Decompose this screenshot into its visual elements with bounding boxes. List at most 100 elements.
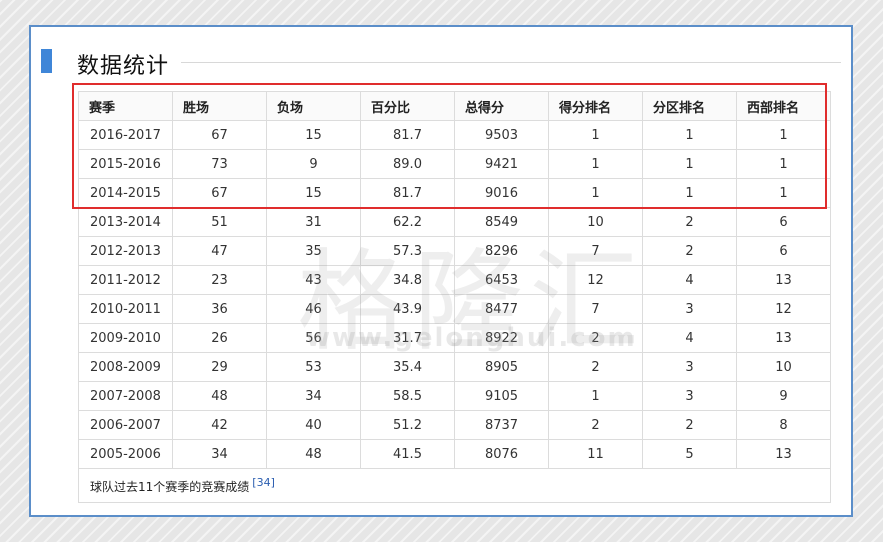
table-cell: 2 bbox=[642, 207, 737, 237]
season-stats-table: 赛季 胜场 负场 百分比 总得分 得分排名 分区排名 西部排名 2016-201… bbox=[78, 91, 831, 503]
table-cell: 26 bbox=[172, 323, 267, 353]
table-cell: 47 bbox=[172, 236, 267, 266]
table-cell: 1 bbox=[642, 149, 737, 179]
table-cell: 2016-2017 bbox=[78, 120, 173, 150]
table-cell: 51.2 bbox=[360, 410, 455, 440]
table-cell: 2 bbox=[548, 323, 643, 353]
table-cell: 81.7 bbox=[360, 178, 455, 208]
table-cell: 6 bbox=[736, 236, 831, 266]
table-cell: 8549 bbox=[454, 207, 549, 237]
header-losses: 负场 bbox=[266, 91, 361, 121]
table-header-row: 赛季 胜场 负场 百分比 总得分 得分排名 分区排名 西部排名 bbox=[78, 91, 831, 121]
header-total-points: 总得分 bbox=[454, 91, 549, 121]
table-cell: 1 bbox=[736, 149, 831, 179]
table-cell: 11 bbox=[548, 439, 643, 469]
header-scoring-rank: 得分排名 bbox=[548, 91, 643, 121]
table-cell: 13 bbox=[736, 265, 831, 295]
table-cell: 2 bbox=[548, 352, 643, 382]
title-divider bbox=[181, 62, 841, 63]
table-row: 2006-2007 42 40 51.2 8737 2 2 8 bbox=[78, 410, 831, 440]
table-cell: 41.5 bbox=[360, 439, 455, 469]
table-cell: 89.0 bbox=[360, 149, 455, 179]
table-cell: 67 bbox=[172, 120, 267, 150]
header-wins: 胜场 bbox=[172, 91, 267, 121]
table-cell: 46 bbox=[266, 294, 361, 324]
table-row: 2007-2008 48 34 58.5 9105 1 3 9 bbox=[78, 381, 831, 411]
table-cell: 8905 bbox=[454, 352, 549, 382]
table-cell: 43 bbox=[266, 265, 361, 295]
table-cell: 1 bbox=[736, 178, 831, 208]
table-cell: 1 bbox=[548, 120, 643, 150]
table-cell: 81.7 bbox=[360, 120, 455, 150]
table-cell: 2010-2011 bbox=[78, 294, 173, 324]
table-caption-row: 球队过去11个赛季的竞赛成绩 [34] bbox=[78, 468, 831, 503]
table-cell: 6453 bbox=[454, 265, 549, 295]
table-cell: 7 bbox=[548, 294, 643, 324]
table-cell: 2006-2007 bbox=[78, 410, 173, 440]
table-cell: 35.4 bbox=[360, 352, 455, 382]
table-cell: 8296 bbox=[454, 236, 549, 266]
table-cell: 13 bbox=[736, 323, 831, 353]
table-cell: 9105 bbox=[454, 381, 549, 411]
table-cell: 73 bbox=[172, 149, 267, 179]
table-row: 2009-2010 26 56 31.7 8922 2 4 13 bbox=[78, 323, 831, 353]
table-cell: 13 bbox=[736, 439, 831, 469]
table-cell: 29 bbox=[172, 352, 267, 382]
table-cell: 12 bbox=[736, 294, 831, 324]
table-row: 2013-2014 51 31 62.2 8549 10 2 6 bbox=[78, 207, 831, 237]
table-cell: 8076 bbox=[454, 439, 549, 469]
table-cell: 48 bbox=[266, 439, 361, 469]
table-cell: 34 bbox=[172, 439, 267, 469]
table-cell: 2 bbox=[642, 236, 737, 266]
table-cell: 12 bbox=[548, 265, 643, 295]
table-cell: 2 bbox=[642, 410, 737, 440]
header-division-rank: 分区排名 bbox=[642, 91, 737, 121]
reference-link[interactable]: [34] bbox=[252, 476, 275, 489]
stats-panel: 数据统计 赛季 胜场 负场 百分比 总得分 得分排名 分区排名 西部排名 201… bbox=[29, 25, 853, 517]
table-cell: 53 bbox=[266, 352, 361, 382]
table-cell: 2014-2015 bbox=[78, 178, 173, 208]
table-cell: 7 bbox=[548, 236, 643, 266]
table-cell: 8737 bbox=[454, 410, 549, 440]
table-row: 2010-2011 36 46 43.9 8477 7 3 12 bbox=[78, 294, 831, 324]
table-caption: 球队过去11个赛季的竞赛成绩 bbox=[90, 480, 250, 494]
section-accent-bar bbox=[41, 49, 52, 73]
table-cell: 5 bbox=[642, 439, 737, 469]
table-cell: 4 bbox=[642, 323, 737, 353]
table-cell: 1 bbox=[548, 149, 643, 179]
table-cell: 8922 bbox=[454, 323, 549, 353]
table-cell: 1 bbox=[548, 178, 643, 208]
table-cell: 57.3 bbox=[360, 236, 455, 266]
table-cell: 1 bbox=[642, 178, 737, 208]
table-cell: 9 bbox=[736, 381, 831, 411]
table-cell: 2015-2016 bbox=[78, 149, 173, 179]
table-cell: 15 bbox=[266, 178, 361, 208]
header-season: 赛季 bbox=[78, 91, 173, 121]
table-row: 2015-2016 73 9 89.0 9421 1 1 1 bbox=[78, 149, 831, 179]
table-cell: 6 bbox=[736, 207, 831, 237]
table-cell: 31.7 bbox=[360, 323, 455, 353]
table-cell: 3 bbox=[642, 381, 737, 411]
table-cell: 34 bbox=[266, 381, 361, 411]
table-cell: 56 bbox=[266, 323, 361, 353]
table-cell: 36 bbox=[172, 294, 267, 324]
section-title: 数据统计 bbox=[77, 54, 170, 79]
table-cell: 35 bbox=[266, 236, 361, 266]
table-cell: 8 bbox=[736, 410, 831, 440]
table-cell: 3 bbox=[642, 294, 737, 324]
table-cell: 34.8 bbox=[360, 265, 455, 295]
table-cell: 2 bbox=[548, 410, 643, 440]
table-row: 2008-2009 29 53 35.4 8905 2 3 10 bbox=[78, 352, 831, 382]
table-cell: 2005-2006 bbox=[78, 439, 173, 469]
table-row: 2011-2012 23 43 34.8 6453 12 4 13 bbox=[78, 265, 831, 295]
table-cell: 48 bbox=[172, 381, 267, 411]
table-row: 2012-2013 47 35 57.3 8296 7 2 6 bbox=[78, 236, 831, 266]
table-cell: 2007-2008 bbox=[78, 381, 173, 411]
table-row: 2016-2017 67 15 81.7 9503 1 1 1 bbox=[78, 120, 831, 150]
table-cell: 43.9 bbox=[360, 294, 455, 324]
table-row: 2014-2015 67 15 81.7 9016 1 1 1 bbox=[78, 178, 831, 208]
table-cell: 2009-2010 bbox=[78, 323, 173, 353]
table-cell: 2011-2012 bbox=[78, 265, 173, 295]
table-cell: 1 bbox=[548, 381, 643, 411]
table-cell: 40 bbox=[266, 410, 361, 440]
